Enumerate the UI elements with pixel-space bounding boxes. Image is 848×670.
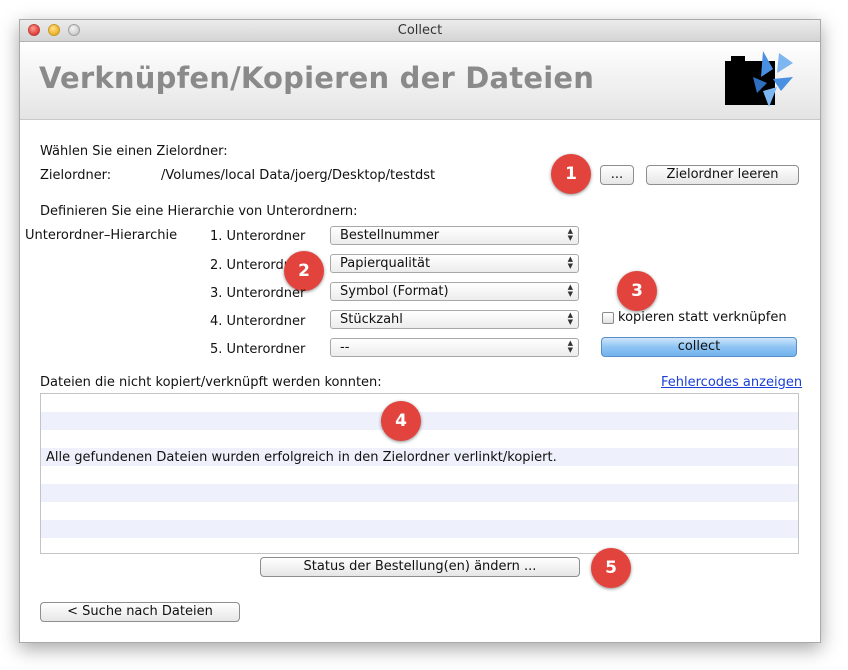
change-order-status-button[interactable]: Status der Bestellung(en) ändern ... bbox=[260, 557, 580, 577]
callout-badge-5: 5 bbox=[591, 548, 631, 588]
subfolder-1-value: Bestellnummer bbox=[340, 228, 440, 243]
subfolder-4-select[interactable]: Stückzahl ▲ ▼ bbox=[330, 310, 579, 329]
subfolder-3-value: Symbol (Format) bbox=[340, 284, 449, 299]
subfolder-2-select[interactable]: Papierqualität ▲ ▼ bbox=[330, 254, 579, 273]
target-folder-path: /Volumes/local Data/joerg/Desktop/testds… bbox=[161, 168, 436, 183]
results-label: Dateien die nicht kopiert/verknüpft werd… bbox=[40, 375, 382, 390]
subfolder-5-value: -- bbox=[340, 340, 350, 355]
subfolder-5-label: 5. Unterordner bbox=[210, 342, 306, 357]
subfolder-3-label: 3. Unterordner bbox=[210, 286, 306, 301]
subfolder-4-value: Stückzahl bbox=[340, 312, 403, 327]
select-arrows-icon: ▲ ▼ bbox=[567, 311, 573, 326]
error-codes-link[interactable]: Fehlercodes anzeigen bbox=[661, 375, 802, 390]
collect-button[interactable]: collect bbox=[601, 337, 797, 357]
browse-folder-button[interactable]: ... bbox=[600, 165, 634, 185]
subfolder-1-select[interactable]: Bestellnummer ▲ ▼ bbox=[330, 226, 579, 245]
copy-instead-checkbox[interactable] bbox=[602, 312, 614, 324]
callout-badge-2: 2 bbox=[284, 251, 324, 291]
window-title: Collect bbox=[397, 23, 443, 38]
subfolder-5-select[interactable]: -- ▲ ▼ bbox=[330, 338, 579, 357]
page-header: Verknüpfen/Kopieren der Dateien bbox=[20, 42, 820, 120]
page-title: Verknüpfen/Kopieren der Dateien bbox=[39, 61, 595, 95]
callout-badge-4: 4 bbox=[381, 401, 421, 441]
collect-logo-icon bbox=[725, 51, 793, 107]
callout-badge-1: 1 bbox=[551, 154, 591, 194]
hierarchy-prompt: Definieren Sie eine Hierarchie von Unter… bbox=[40, 204, 358, 219]
select-arrows-icon: ▲ ▼ bbox=[567, 283, 573, 298]
clear-folder-button[interactable]: Zielordner leeren bbox=[646, 165, 799, 185]
hierarchy-label: Unterordner–Hierarchie bbox=[25, 228, 178, 243]
subfolder-1-label: 1. Unterordner bbox=[210, 229, 306, 244]
list-item: Alle gefundenen Dateien wurden erfolgrei… bbox=[46, 450, 557, 465]
copy-instead-label: kopieren statt verknüpfen bbox=[618, 310, 787, 325]
collect-window: Collect Verknüpfen/Kopieren der Dateien … bbox=[19, 19, 821, 643]
callout-badge-3: 3 bbox=[617, 271, 657, 311]
select-arrows-icon: ▲ ▼ bbox=[567, 255, 573, 270]
select-arrows-icon: ▲ ▼ bbox=[567, 227, 573, 242]
title-bar: Collect bbox=[20, 20, 820, 42]
subfolder-4-label: 4. Unterordner bbox=[210, 314, 306, 329]
back-to-search-button[interactable]: < Suche nach Dateien bbox=[40, 602, 240, 622]
subfolder-2-value: Papierqualität bbox=[340, 256, 431, 271]
select-arrows-icon: ▲ ▼ bbox=[567, 339, 573, 354]
target-folder-prompt: Wählen Sie einen Zielordner: bbox=[40, 144, 228, 159]
subfolder-3-select[interactable]: Symbol (Format) ▲ ▼ bbox=[330, 282, 579, 301]
target-folder-label: Zielordner: bbox=[40, 168, 112, 183]
